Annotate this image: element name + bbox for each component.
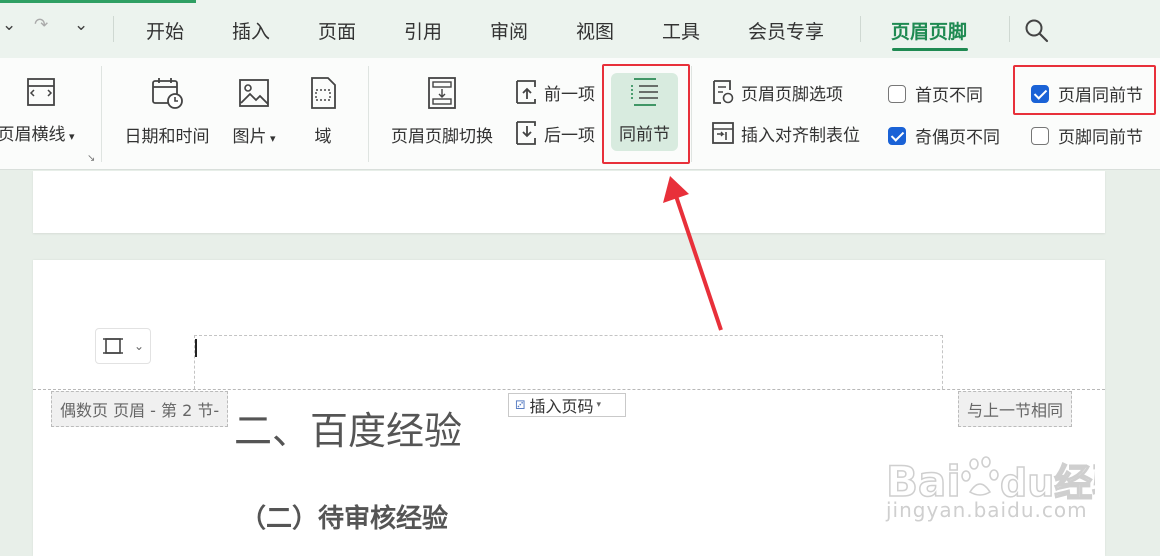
watermark-url: jingyan.baidu.com	[886, 498, 1088, 522]
